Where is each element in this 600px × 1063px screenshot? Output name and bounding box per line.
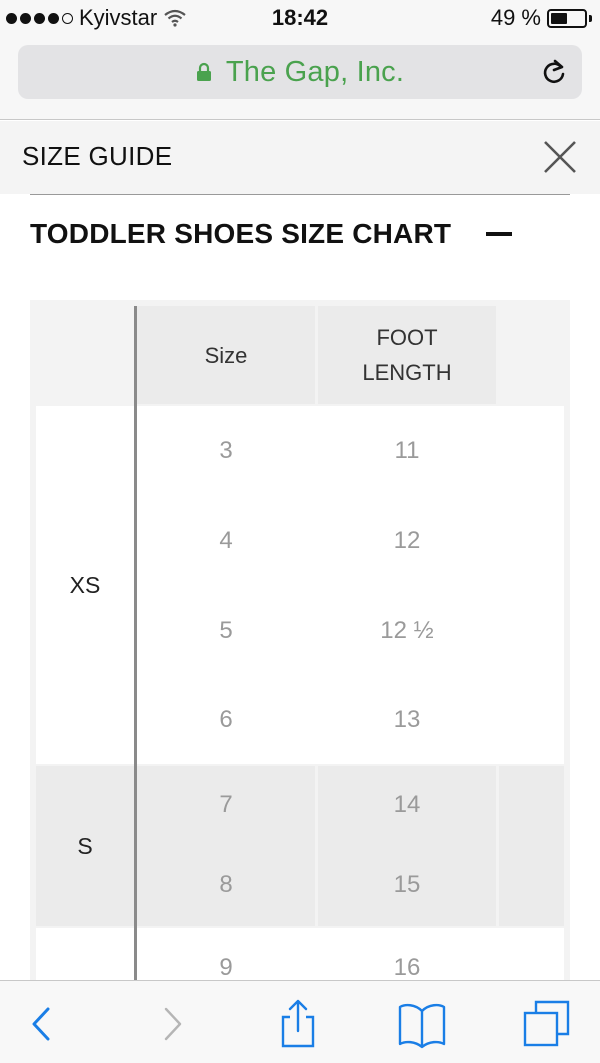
foot-cell: 13 — [393, 706, 421, 733]
collapse-button[interactable] — [486, 232, 512, 236]
close-icon[interactable] — [542, 139, 578, 175]
share-icon[interactable] — [273, 999, 323, 1049]
foot-cell: 16 — [393, 954, 421, 980]
battery-percent: 49 % — [490, 5, 541, 30]
table-spacer-cell — [499, 766, 564, 926]
size-cell: 9 — [219, 954, 233, 980]
reload-icon[interactable] — [540, 58, 568, 86]
size-cell: 5 — [219, 617, 233, 644]
battery-icon — [547, 8, 587, 28]
battery-info: 49 % — [491, 5, 592, 31]
foot-cell: 15 — [318, 844, 496, 926]
size-cell: 6 — [219, 706, 233, 733]
size-cell: 7 — [137, 766, 315, 844]
browser-address-area: The Gap, Inc. — [0, 38, 600, 120]
bookmarks-icon[interactable] — [397, 999, 447, 1049]
size-cell: 8 — [137, 844, 315, 926]
group-label: XS — [69, 571, 101, 598]
forward-icon[interactable] — [148, 999, 198, 1049]
size-cell: 3 — [219, 437, 233, 464]
col-header-foot-length: FOOT LENGTH — [318, 306, 496, 404]
status-bar: Kyivstar 18:42 49 % — [0, 0, 600, 38]
foot-cell: 11 — [394, 437, 420, 464]
lock-icon — [196, 62, 211, 81]
section-title: TODDLER SHOES SIZE CHART — [30, 218, 452, 249]
browser-toolbar — [0, 980, 600, 1063]
address-bar[interactable]: The Gap, Inc. — [18, 45, 582, 99]
back-icon[interactable] — [16, 999, 66, 1049]
foot-cell: 12 ½ — [380, 617, 434, 644]
size-chart-table: Size FOOT LENGTH XS 3 11 4 12 5 12 ½ 6 1… — [30, 300, 570, 980]
group-label: S — [36, 766, 134, 926]
page-title: SIZE GUIDE — [22, 141, 173, 171]
size-cell: 4 — [219, 527, 233, 554]
size-guide-header: SIZE GUIDE — [0, 121, 600, 194]
divider — [30, 194, 570, 195]
site-title: The Gap, Inc. — [225, 55, 405, 88]
foot-cell: 14 — [318, 766, 496, 844]
table-divider-line — [134, 306, 137, 980]
tabs-icon[interactable] — [522, 999, 572, 1049]
col-header-size: Size — [137, 306, 315, 404]
foot-cell: 12 — [393, 527, 421, 554]
